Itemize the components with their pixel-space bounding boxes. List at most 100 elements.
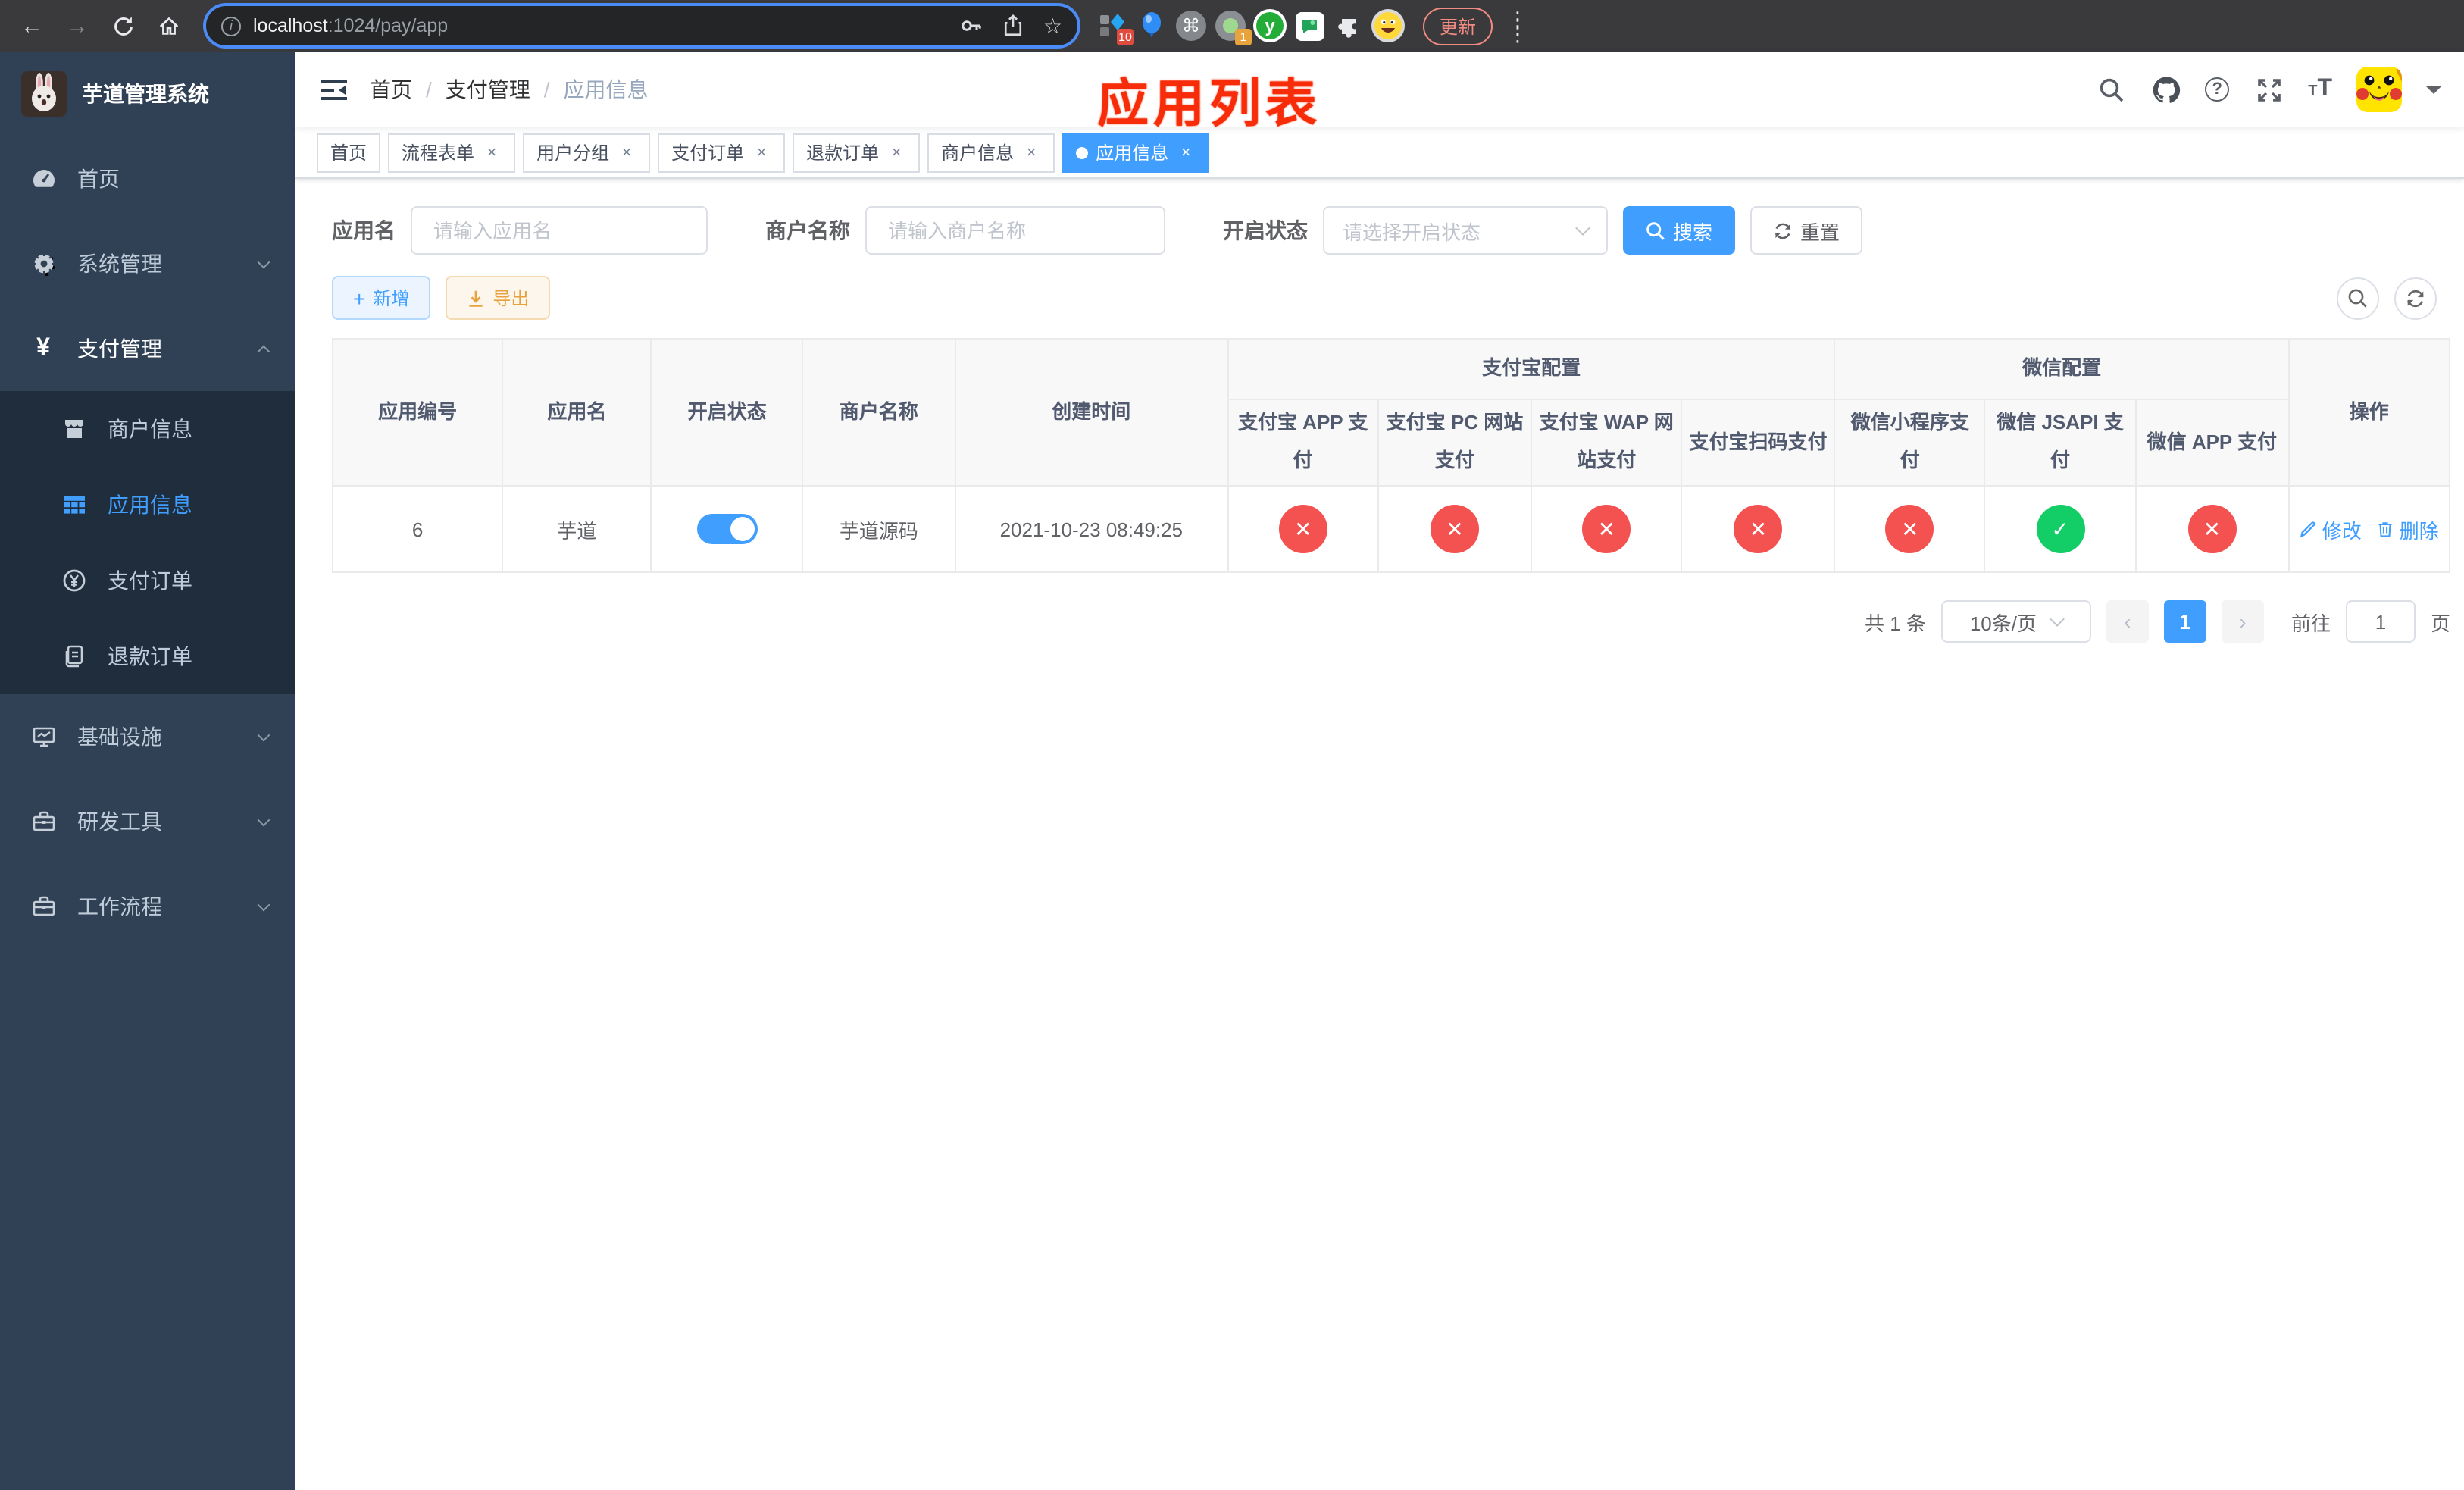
close-icon[interactable]: × <box>617 142 636 162</box>
tab-home[interactable]: 首页 <box>317 133 381 172</box>
extension-badge: 10 <box>1117 29 1134 45</box>
user-avatar[interactable] <box>2356 67 2402 112</box>
extension-chat-icon[interactable] <box>1293 9 1326 42</box>
bookmark-star-icon[interactable]: ☆ <box>1043 13 1062 39</box>
sidebar-item-system[interactable]: 系统管理 <box>0 221 295 306</box>
extension-blocks-icon[interactable]: 10 <box>1096 9 1134 45</box>
prev-page-button[interactable]: ‹ <box>2106 600 2149 643</box>
status-label: 开启状态 <box>1223 218 1308 243</box>
merchant-name-input[interactable] <box>885 218 1146 243</box>
col-header-merchant: 商户名称 <box>802 338 956 487</box>
wx-app-status-icon <box>2187 505 2237 553</box>
tab-app-info[interactable]: 应用信息 × <box>1062 133 1210 172</box>
status-toggle[interactable] <box>696 514 758 544</box>
page-1-button[interactable]: 1 <box>2163 600 2206 643</box>
sidebar-item-app-info[interactable]: 应用信息 <box>0 467 295 543</box>
col-header-actions: 操作 <box>2287 338 2451 487</box>
tab-user-group[interactable]: 用户分组 × <box>523 133 651 172</box>
tab-pay-orders[interactable]: 支付订单 × <box>658 133 786 172</box>
collapse-icon <box>321 80 346 99</box>
puzzle-icon <box>1337 18 1355 37</box>
sidebar-item-home[interactable]: 首页 <box>0 136 295 221</box>
y-logo-icon: y <box>1253 9 1287 42</box>
edit-button[interactable]: 修改 <box>2300 515 2362 543</box>
sidebar-item-dev-tools[interactable]: 研发工具 <box>0 779 295 864</box>
app-name-label: 应用名 <box>332 218 396 243</box>
close-icon[interactable]: × <box>1021 142 1041 162</box>
navbar: 首页 / 支付管理 / 应用信息 ? TT <box>295 52 2464 127</box>
reload-button[interactable] <box>103 6 142 45</box>
extensions-puzzle-icon[interactable] <box>1332 9 1365 42</box>
export-button[interactable]: 导出 <box>446 276 551 320</box>
forward-button[interactable]: → <box>58 6 97 45</box>
col-group-alipay: 支付宝配置 <box>1227 338 1836 400</box>
sidebar-collapse-button[interactable] <box>318 74 349 105</box>
sidebar-item-workflow[interactable]: 工作流程 <box>0 864 295 949</box>
browser-profile-avatar[interactable] <box>1371 9 1405 42</box>
breadcrumb-payment[interactable]: 支付管理 <box>446 74 530 105</box>
browser-menu-icon[interactable]: ⋮ ⋮ ⋮ <box>1508 8 1527 43</box>
sidebar-item-merchant-info[interactable]: 商户信息 <box>0 391 295 467</box>
chevron-up-icon <box>257 344 270 358</box>
cell-app-id: 6 <box>331 485 504 573</box>
sidebar-item-refund-orders[interactable]: 退款订单 <box>0 618 295 694</box>
sidebar-logo[interactable]: 芋道管理系统 <box>0 52 295 136</box>
sidebar-item-label: 基础设施 <box>77 725 162 749</box>
refresh-icon <box>2407 289 2424 307</box>
sidebar-item-infrastructure[interactable]: 基础设施 <box>0 694 295 779</box>
refresh-table-button[interactable] <box>2394 277 2437 319</box>
password-key-icon[interactable] <box>960 14 984 38</box>
close-icon[interactable]: × <box>752 142 771 162</box>
url-bar[interactable]: i localhost:1024/pay/app ☆ <box>206 6 1077 45</box>
delete-button[interactable]: 删除 <box>2377 515 2439 543</box>
close-icon[interactable]: × <box>886 142 906 162</box>
browser-update-button[interactable]: 更新 <box>1423 7 1493 45</box>
col-group-wechat: 微信配置 <box>1834 338 2290 400</box>
extension-y-icon[interactable]: y <box>1253 9 1287 42</box>
app-name-input[interactable] <box>430 218 688 243</box>
annotation-title: 应用列表 <box>1097 76 1321 133</box>
search-button[interactable]: 搜索 <box>1623 206 1736 255</box>
fullscreen-button[interactable] <box>2253 74 2284 105</box>
close-icon[interactable]: × <box>1176 142 1196 162</box>
chevron-down-icon <box>2050 612 2065 627</box>
github-link[interactable] <box>2150 74 2181 105</box>
share-icon[interactable] <box>1002 14 1025 38</box>
goto-page-input[interactable] <box>2345 600 2416 643</box>
next-page-button[interactable]: › <box>2221 600 2264 643</box>
help-icon[interactable]: ? <box>2205 77 2230 102</box>
add-button[interactable]: + 新增 <box>332 276 431 320</box>
font-size-icon[interactable]: TT <box>2308 76 2332 103</box>
table-toolbar: + 新增 导出 <box>332 276 2440 320</box>
extension-command-icon[interactable]: ⌘ <box>1174 9 1208 42</box>
extension-recorder-icon[interactable]: 1 <box>1214 9 1252 45</box>
header-search-button[interactable] <box>2096 74 2126 105</box>
close-icon[interactable]: × <box>482 142 502 162</box>
document-icon <box>61 643 86 669</box>
sidebar-item-payment[interactable]: ¥ 支付管理 <box>0 306 295 391</box>
tab-refund-orders[interactable]: 退款订单 × <box>793 133 921 172</box>
page-size-select[interactable]: 10条/页 <box>1940 600 2091 643</box>
add-button-label: 新增 <box>373 288 410 309</box>
sidebar-item-label: 首页 <box>77 167 120 191</box>
pencil-icon <box>2300 521 2316 538</box>
back-button[interactable]: ← <box>12 6 52 45</box>
shop-icon <box>61 416 86 442</box>
toggle-search-button[interactable] <box>2337 277 2379 319</box>
sidebar-menu: 首页 系统管理 ¥ 支付管理 商户信息 应用信息 支付订单 退款订单 基础设施 … <box>0 136 295 1490</box>
page-info-icon[interactable]: i <box>221 16 241 36</box>
alipay-app-status-icon <box>1278 505 1327 553</box>
avatar-dropdown-caret-icon[interactable] <box>2426 86 2441 101</box>
search-icon <box>2100 77 2123 102</box>
status-select[interactable]: 请选择开启状态 <box>1323 206 1608 255</box>
merchant-name-label: 商户名称 <box>765 218 850 243</box>
breadcrumb-home[interactable]: 首页 <box>370 74 412 105</box>
tab-label: 首页 <box>330 142 367 164</box>
tab-process-form[interactable]: 流程表单 × <box>388 133 516 172</box>
home-button[interactable] <box>149 6 188 45</box>
extension-balloon-icon[interactable] <box>1135 9 1168 42</box>
tab-label: 支付订单 <box>671 142 745 164</box>
reset-button[interactable]: 重置 <box>1750 206 1863 255</box>
tab-merchant-info[interactable]: 商户信息 × <box>927 133 1055 172</box>
sidebar-item-pay-orders[interactable]: 支付订单 <box>0 543 295 618</box>
